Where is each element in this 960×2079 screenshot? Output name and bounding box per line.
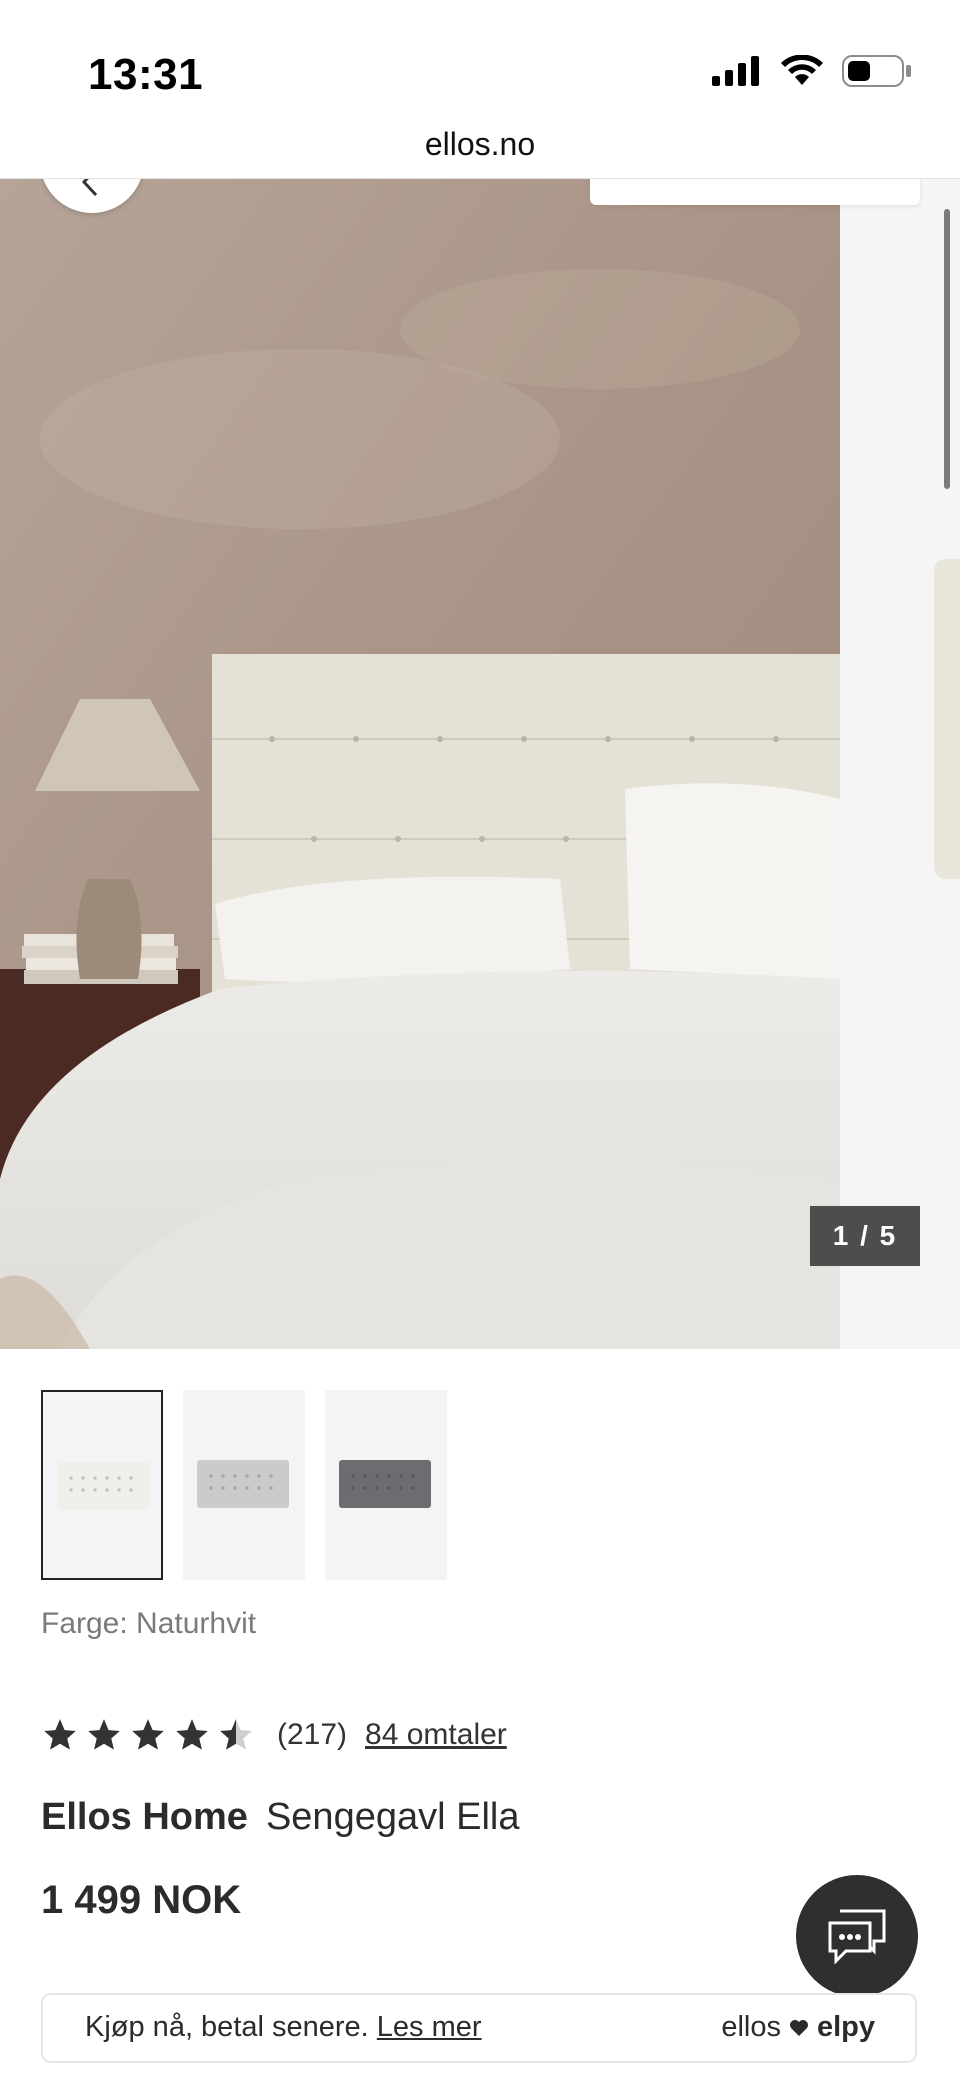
status-bar: 13:31: [0, 0, 960, 120]
chat-icon: [828, 1909, 886, 1965]
payment-message: Kjøp nå, betal senere.: [85, 2011, 369, 2043]
status-icons: [712, 54, 912, 88]
payment-text: Kjøp nå, betal senere. Les mer: [85, 2011, 482, 2044]
signal-icon: [712, 56, 759, 86]
star-icon: [176, 1719, 208, 1750]
star-rating: [41, 1716, 255, 1754]
url-text: ellos.no: [424, 126, 536, 162]
rating-row: (217) 84 omtaler: [41, 1710, 507, 1760]
star-icon: [44, 1719, 76, 1750]
reviews-link[interactable]: 84 omtaler: [365, 1718, 507, 1752]
elpy-logo-text: elpy: [816, 2011, 875, 2043]
thumbnail-morkegra[interactable]: [325, 1390, 447, 1580]
rating-count: (217): [277, 1718, 348, 1751]
gallery-scrollbar[interactable]: [944, 209, 950, 489]
product-title: Ellos Home Sengegavl Ella: [41, 1796, 519, 1839]
color-thumbnails: [41, 1390, 447, 1580]
thumbnail-headboard-image: [197, 1460, 289, 1508]
star-icon: [88, 1719, 120, 1750]
ellos-logo-text: ellos: [721, 2011, 781, 2043]
heart-icon: [789, 2019, 808, 2036]
payment-banner: Kjøp nå, betal senere. Les mer ellos elp…: [41, 1993, 917, 2063]
read-more-link[interactable]: Les mer: [377, 2011, 482, 2043]
color-label: Farge: Naturhvit: [41, 1607, 257, 1640]
product-gallery[interactable]: 1 / 5: [0, 179, 960, 1349]
half-star-icon: [220, 1719, 252, 1750]
star-icon: [132, 1719, 164, 1750]
thumbnail-headboard-image: [339, 1460, 431, 1508]
thumbnail-naturhvit[interactable]: [41, 1390, 163, 1580]
wifi-icon: [781, 55, 823, 85]
thumbnail-headboard-image: [57, 1462, 149, 1510]
battery-icon: [842, 55, 911, 87]
ellos-elpy-logo: ellos elpy: [721, 2011, 875, 2044]
chat-button[interactable]: [796, 1875, 918, 1997]
back-arrow-icon: [81, 179, 98, 197]
top-overlay-chip[interactable]: [590, 179, 920, 205]
image-counter: 1 / 5: [810, 1206, 920, 1266]
clock: 13:31: [88, 50, 204, 99]
next-image-peek[interactable]: [934, 559, 960, 879]
product-price: 1 499 NOK: [41, 1878, 242, 1922]
product-photo[interactable]: [0, 179, 840, 1349]
brand-name[interactable]: Ellos Home: [41, 1796, 248, 1838]
thumbnail-lysegra[interactable]: [183, 1390, 305, 1580]
browser-url-bar[interactable]: ellos.no: [0, 120, 960, 179]
product-name: Sengegavl Ella: [265, 1796, 520, 1838]
